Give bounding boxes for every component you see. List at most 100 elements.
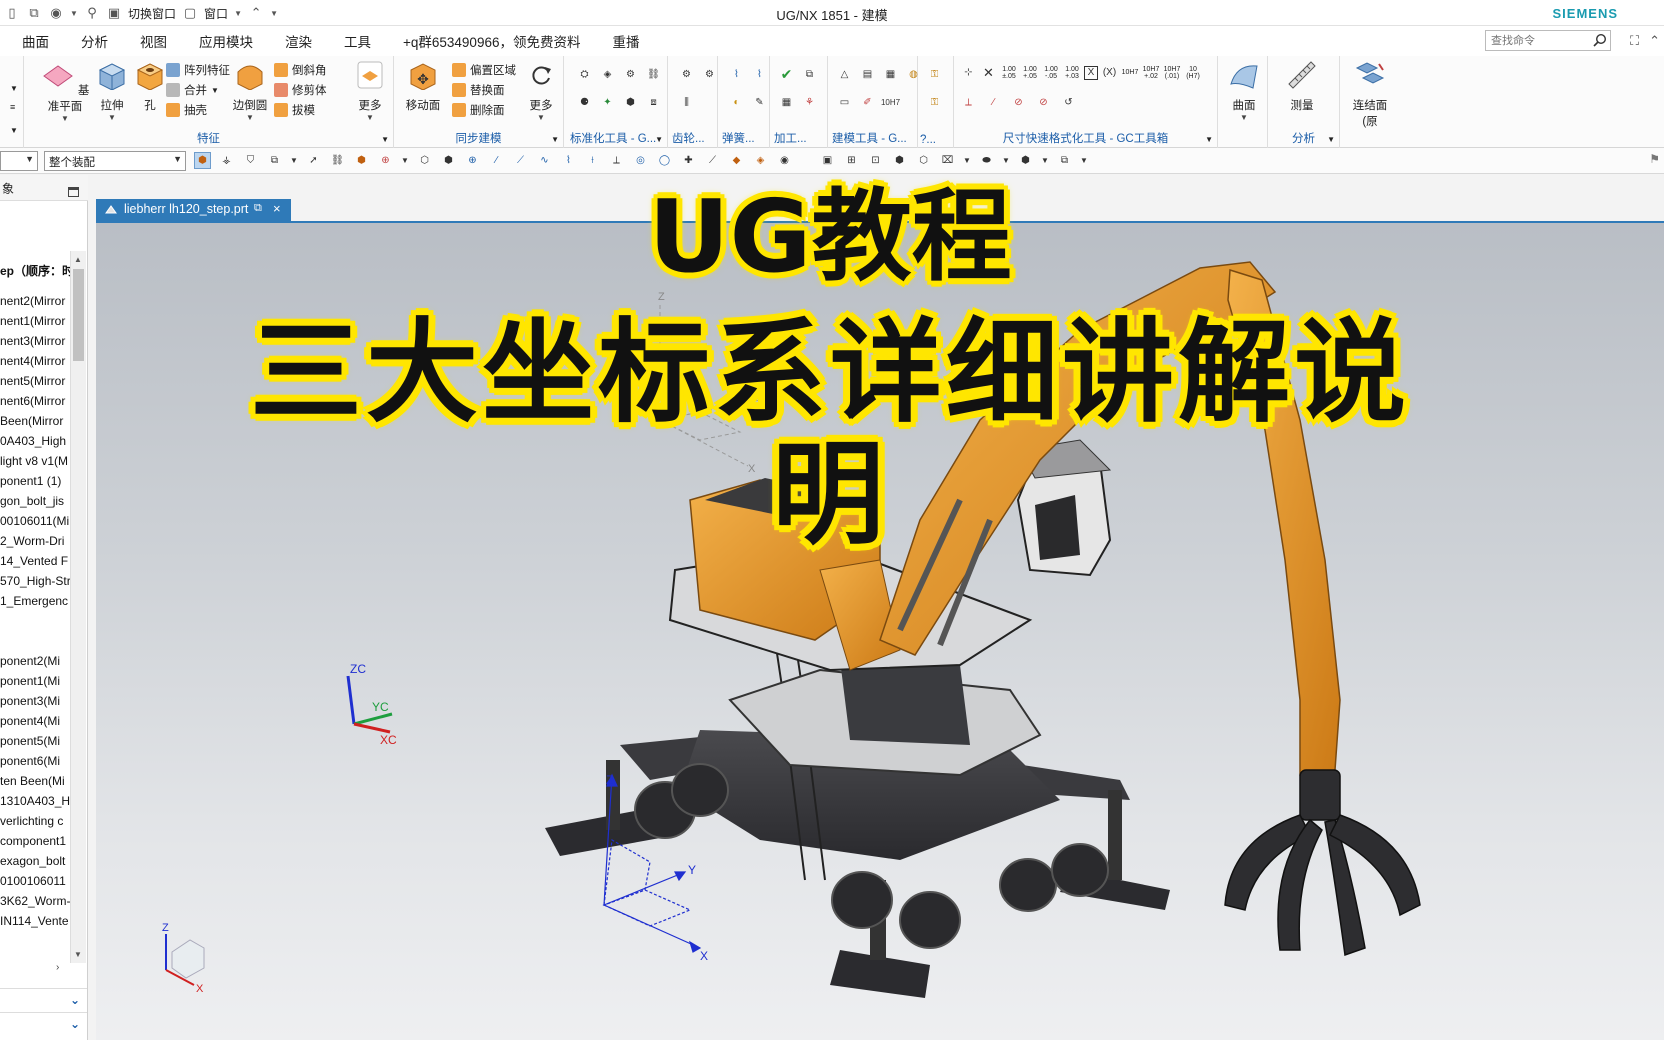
spring-icon[interactable]: ⌇ (728, 66, 745, 83)
copy-icon[interactable]: ⧉ (26, 5, 42, 21)
replace-face-button[interactable]: 替换面 (452, 80, 505, 100)
spline-icon[interactable]: ⌇ (560, 152, 577, 169)
shade-icon[interactable]: ⬢ (891, 152, 908, 169)
tree-item[interactable]: exagon_bolt (0, 851, 70, 871)
search-icon[interactable] (1593, 33, 1607, 47)
point-icon[interactable]: ◆ (728, 152, 745, 169)
window-menu[interactable]: 窗口 (204, 5, 228, 22)
selection-scope-select[interactable]: 整个装配 ▼ (44, 151, 186, 171)
eye-icon[interactable]: ◉ (776, 152, 793, 169)
close-icon[interactable]: × (273, 201, 281, 216)
line-icon[interactable]: ∕ (488, 152, 505, 169)
tree-item[interactable]: 570_High-Str (0, 571, 70, 591)
chevron-down-icon[interactable]: ▼ (1205, 135, 1213, 144)
link-select-icon[interactable]: ⛓ (329, 152, 346, 169)
tree-item[interactable]: 00106011(Mi (0, 511, 70, 531)
fit-icon[interactable]: 10 (H7) (1184, 66, 1202, 80)
chevron-down-icon[interactable]: ▼ (290, 152, 298, 169)
feature-more-button[interactable]: 更多 ▼ (350, 60, 390, 122)
node-icon[interactable]: ⚘ (801, 94, 818, 111)
edge-blend-button[interactable]: 边倒圆 ▼ (226, 60, 274, 122)
polyline-icon[interactable]: ⟊ (584, 152, 601, 169)
chevron-down-icon[interactable]: ▼ (1002, 152, 1010, 169)
spring-tool-icon[interactable]: ✎ (751, 94, 768, 111)
chevron-down-icon[interactable]: ▼ (551, 135, 559, 144)
no-icon[interactable]: ⊘ (1035, 94, 1052, 111)
circle-icon[interactable]: ◯ (656, 152, 673, 169)
chevron-down-icon[interactable]: ▼ (10, 84, 18, 93)
unite-button[interactable]: 合并 ▼ (166, 80, 219, 100)
snap-icon[interactable]: ⟋ (704, 152, 721, 169)
navigator-vertical-scrollbar[interactable]: ▲ ▼ (70, 251, 86, 963)
popout-icon[interactable]: ⧉ (254, 202, 262, 215)
menu-render[interactable]: 渲染 (269, 31, 328, 51)
chevron-down-icon[interactable]: ▼ (10, 126, 18, 135)
tree-item[interactable]: ponent1 (1) (0, 471, 70, 491)
trim-body-button[interactable]: 修剪体 (274, 80, 327, 100)
dim-edit-icon[interactable]: ⟂ (960, 94, 977, 111)
precision-icon[interactable]: 1.00 -.05 (1042, 66, 1060, 80)
chevron-down-icon[interactable]: ▼ (655, 135, 663, 144)
precision-icon[interactable]: 1.00 ±.05 (1000, 66, 1018, 80)
chevron-down-icon[interactable]: ▼ (270, 5, 278, 21)
bolt-icon[interactable]: ✦ (599, 94, 616, 111)
sheet-icon[interactable]: ▤ (859, 66, 876, 83)
menu-replay[interactable]: 重播 (596, 31, 655, 51)
fit-icon[interactable]: 10H7 (1121, 69, 1139, 76)
clear-icon[interactable]: ✕ (980, 64, 997, 81)
type-filter-select[interactable]: ▼ (0, 151, 38, 171)
caret-up-icon[interactable]: ⌃ (248, 5, 264, 21)
show-hide-icon[interactable]: ⚲ (84, 5, 100, 21)
tolerance-icon[interactable]: 10H7 (881, 94, 900, 111)
tool-icon[interactable]: ⛭ (576, 66, 593, 83)
fullscreen-icon[interactable]: ⛶ (1630, 33, 1639, 49)
line-icon[interactable]: ⟋ (512, 152, 529, 169)
table-icon[interactable]: ▦ (882, 66, 899, 83)
precision-icon[interactable]: 1.00 +.03 (1063, 66, 1081, 80)
menu-qq-group[interactable]: +q群653490966，领免费资料 (387, 31, 596, 51)
view-orient-icon[interactable]: ▣ (819, 152, 836, 169)
check-icon[interactable]: ✔ (778, 66, 795, 83)
tree-item[interactable]: 0100106011 (0, 871, 70, 891)
tree-item[interactable]: ponent4(Mi (0, 711, 70, 731)
view-triad[interactable] (165, 934, 205, 986)
navigator-section-details[interactable]: ⌄ (0, 1012, 87, 1034)
tree-item[interactable]: light v8 v1(M (0, 451, 70, 471)
chevron-down-icon[interactable]: ▼ (1041, 152, 1049, 169)
wireframe-icon[interactable]: ⬡ (915, 152, 932, 169)
gear-icon[interactable]: ⚙ (701, 66, 718, 83)
triangle-icon[interactable]: △ (836, 66, 853, 83)
chevron-down-icon[interactable]: ▼ (70, 5, 78, 21)
rack-icon[interactable]: ⫼ (678, 94, 695, 111)
gear-pair-icon[interactable]: ⚙ (678, 66, 695, 83)
graphics-viewport[interactable]: Z X Z Y X ZC YC XC Z X (96, 223, 1664, 1040)
tree-item[interactable]: nent3(Mirror (0, 331, 70, 351)
precision-icon[interactable]: 1.00 +.05 (1021, 66, 1039, 80)
chevron-down-icon[interactable]: ▼ (381, 135, 389, 144)
menu-surface[interactable]: 曲面 (0, 31, 65, 51)
doc-icon[interactable]: ▭ (836, 94, 853, 111)
cross-icon[interactable]: ✚ (680, 152, 697, 169)
menu-tools[interactable]: 工具 (328, 31, 387, 51)
wcs-datum-csys[interactable] (658, 305, 761, 467)
paren-x-icon[interactable]: (X) (1101, 64, 1118, 81)
curve-icon[interactable]: ∿ (536, 152, 553, 169)
plus-select-icon[interactable]: ⊕ (377, 152, 394, 169)
dim-edit-icon[interactable]: ∕ (985, 94, 1002, 111)
eye-icon[interactable]: ◉ (48, 5, 64, 21)
offset-region-button[interactable]: 偏置区域 (452, 60, 516, 80)
chevron-down-icon[interactable]: ▼ (234, 5, 242, 21)
target-icon[interactable]: ⊕ (464, 152, 481, 169)
collapse-ribbon-icon[interactable]: ⌃ (1649, 33, 1660, 49)
scroll-up-icon[interactable]: ▲ (74, 255, 82, 264)
draft-button[interactable]: 拔模 (274, 100, 315, 120)
surface-button[interactable]: 曲面 ▼ (1222, 60, 1266, 122)
move-face-button[interactable]: ✥ 移动面 (402, 60, 444, 113)
chevron-down-icon[interactable]: ▼ (401, 152, 409, 169)
spring-edit-icon[interactable]: ⌇ (751, 66, 768, 83)
layers-icon[interactable]: ⧉ (1056, 152, 1073, 169)
tree-item[interactable]: nent2(Mirror (0, 291, 70, 311)
menu-analysis[interactable]: 分析 (65, 31, 124, 51)
menu-icon[interactable]: ≡ (10, 102, 15, 112)
point-icon[interactable]: ◈ (752, 152, 769, 169)
